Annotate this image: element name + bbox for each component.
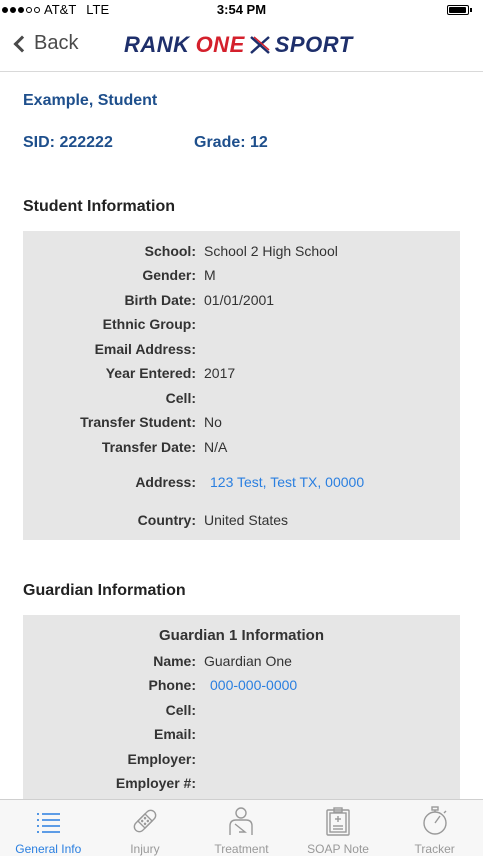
info-row-birth-date: Birth Date: 01/01/2001 (124, 292, 275, 308)
tab-treatment[interactable]: Treatment (193, 800, 290, 856)
tab-injury[interactable]: Injury (97, 800, 194, 856)
back-label: Back (34, 32, 79, 54)
guardian-row-employer: Employer: (127, 751, 196, 767)
guardian-row-phone: Phone: 000-000-0000 (148, 677, 298, 693)
info-row-transfer-date: Transfer Date: N/A (101, 439, 228, 455)
tab-soap-note[interactable]: SOAP Note (290, 800, 387, 856)
tab-tracker[interactable]: Tracker (386, 800, 483, 856)
rank-one-sport-logo: RANK ONE SPORT (124, 32, 353, 57)
clipboard-icon (326, 807, 350, 836)
clock: 3:54 PM (216, 2, 267, 17)
tab-general-info[interactable]: General Info (0, 800, 97, 856)
bandage-icon (133, 809, 157, 833)
info-row-school: School: School 2 High School (144, 243, 338, 259)
info-row-gender: Gender: M (142, 267, 216, 283)
chevron-left-icon (13, 35, 31, 52)
info-row-transfer-student: Transfer Student: No (80, 414, 222, 430)
back-button[interactable]: Back (12, 32, 78, 55)
guardian-1-heading: Guardian 1 Information (158, 627, 324, 644)
info-row-address: Address: 123 Test, Test TX, 00000 (135, 474, 365, 490)
status-bar: AT&T LTE 3:54 PM (0, 0, 483, 20)
guardian-info-title: Guardian Information (23, 582, 186, 599)
address-link[interactable]: 123 Test, Test TX, 00000 (210, 474, 364, 490)
person-sling-icon (229, 807, 254, 835)
guardian-row-email: Email: (153, 726, 196, 742)
info-row-country: Country: United States (137, 512, 289, 528)
logo-x-mark-icon (249, 36, 270, 54)
stopwatch-icon (422, 806, 447, 835)
student-info-box: School: School 2 High School Gender: M B… (23, 231, 460, 540)
student-grade: Grade: 12 (194, 134, 268, 151)
info-row-ethnic-group: Ethnic Group: (102, 316, 196, 332)
tab-label: Injury (130, 842, 160, 856)
guardian-row-cell: Cell: (165, 702, 196, 718)
battery-tip (470, 8, 472, 12)
guardian-info-box: Guardian 1 Information Name: Guardian On… (23, 615, 460, 799)
info-row-cell: Cell: (165, 390, 196, 406)
tab-label: General Info (15, 842, 82, 856)
student-id: SID: 222222 (23, 134, 113, 151)
tab-label: SOAP Note (307, 842, 369, 856)
guardian-row-employer-number: Employer #: (115, 775, 196, 791)
student-name: Example, Student (23, 92, 158, 109)
guardian-row-name: Name: Guardian One (153, 653, 292, 669)
tab-label: Tracker (414, 842, 455, 856)
navigation-bar: Back RANK ONE SPORT (0, 20, 483, 72)
tab-label: Treatment (214, 842, 269, 856)
student-info-title: Student Information (23, 198, 175, 215)
phone-link[interactable]: 000-000-0000 (210, 677, 297, 693)
info-row-year-entered: Year Entered: 2017 (105, 365, 236, 381)
list-icon (37, 813, 61, 833)
tab-bar: General Info Injury Treatment SOAP Note … (0, 799, 483, 856)
info-row-email: Email Address: (94, 341, 196, 357)
battery-icon (447, 5, 469, 15)
